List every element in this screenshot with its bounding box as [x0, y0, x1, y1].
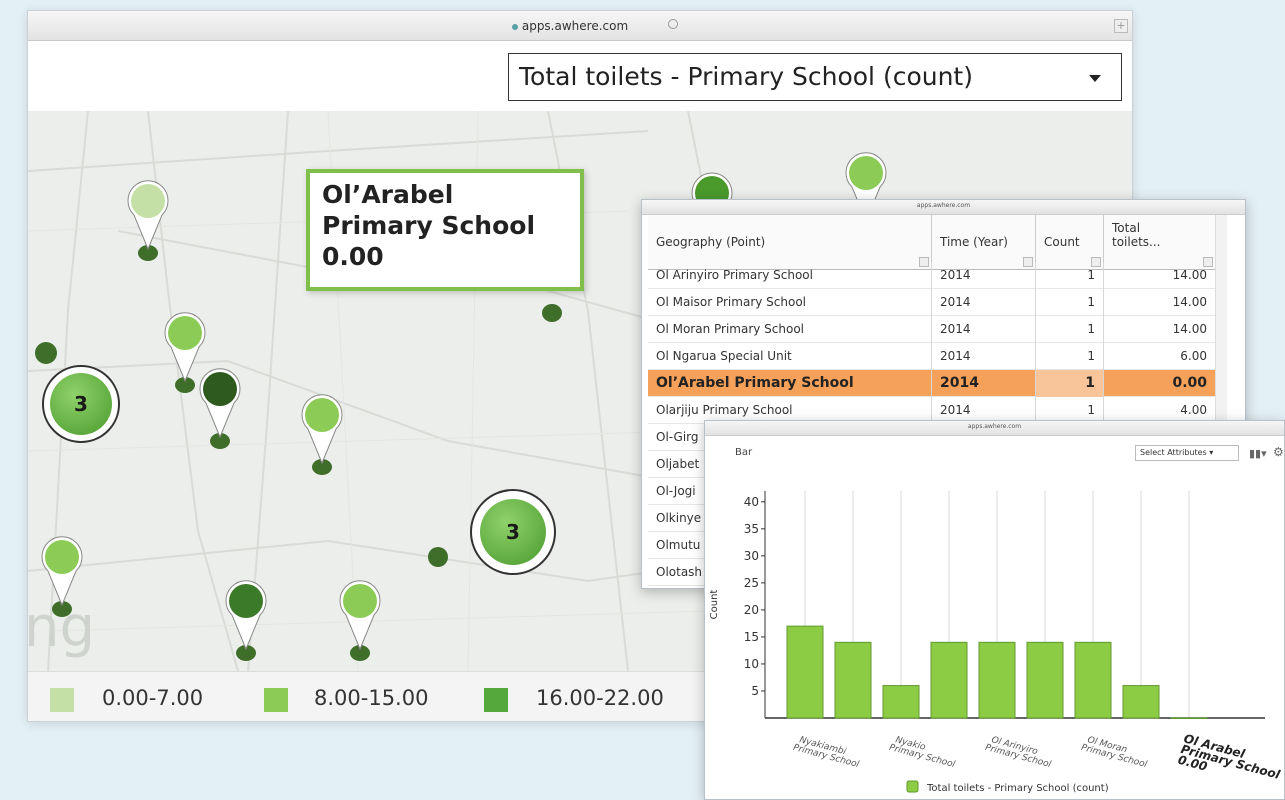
table-row[interactable]: Ol Ngarua Special Unit 2014 1 6.00	[648, 343, 1216, 370]
table-cell-total: 0.00	[1104, 370, 1216, 397]
table-row[interactable]: Ol Arinyiro Primary School 2014 1 14.00	[648, 262, 1216, 289]
map-pin[interactable]	[124, 175, 184, 269]
secure-icon	[511, 23, 518, 30]
x-tick-label: Ol MoranPrimary School	[1080, 734, 1151, 770]
chart-window: apps.awhere.com Bar Select Attributes ▾ …	[704, 420, 1285, 800]
table-cell-year: 2014	[932, 343, 1036, 370]
map-pin[interactable]	[298, 389, 358, 483]
y-tick-label: 5	[751, 684, 759, 698]
callout-value: 0.00	[322, 242, 384, 271]
y-tick-label: 25	[744, 576, 759, 590]
x-tick-label: Ol ArabelPrimary School0.00	[1177, 731, 1285, 792]
y-axis-label: Count	[709, 590, 720, 620]
cluster-count: 3	[480, 499, 546, 565]
map-pin[interactable]	[424, 543, 454, 577]
table-row[interactable]: Ol Maisor Primary School 2014 1 14.00	[648, 289, 1216, 316]
legend-label: 16.00-22.00	[536, 686, 664, 710]
legend-swatch	[484, 688, 508, 712]
table-cell-geo: Ol Arinyiro Primary School	[648, 262, 932, 289]
table-cell-geo: Ol’Arabel Primary School	[648, 370, 932, 397]
table-cell-year: 2014	[932, 370, 1036, 397]
url-bar[interactable]: apps.awhere.com	[335, 16, 805, 36]
legend-swatch	[264, 688, 288, 712]
y-tick-label: 10	[744, 657, 759, 671]
legend-swatch	[50, 688, 74, 712]
legend-swatch	[906, 780, 919, 793]
selected-school-callout: Ol’Arabel Primary School 0.00	[306, 169, 584, 291]
callout-line: Primary School	[322, 211, 536, 240]
callout-line: Ol’Arabel	[322, 180, 454, 209]
attribute-select-value: Total toilets - Primary School (count)	[519, 62, 973, 91]
legend-label: Total toilets - Primary School (count)	[926, 783, 1109, 794]
attribute-select[interactable]: Total toilets - Primary School (count)	[508, 53, 1122, 101]
map-cluster[interactable]: 3	[470, 489, 556, 575]
table-cell-count: 1	[1036, 316, 1104, 343]
map-watermark: ng	[28, 595, 96, 660]
chart-bar	[978, 641, 1016, 719]
table-cell-year: 2014	[932, 316, 1036, 343]
map-pin[interactable]	[336, 575, 396, 669]
table-cell-geo: Ol Ngarua Special Unit	[648, 343, 932, 370]
new-tab-button[interactable]: +	[1114, 19, 1128, 33]
chart-bar	[1074, 641, 1112, 719]
reload-icon[interactable]	[668, 19, 678, 29]
url-text: apps.awhere.com	[521, 19, 629, 33]
chart-bar	[882, 685, 920, 719]
table-cell-geo: Ol Moran Primary School	[648, 316, 932, 343]
chevron-down-icon	[1089, 75, 1101, 82]
table-cell-count: 1	[1036, 289, 1104, 316]
x-tick-label: Ol ArinyiroPrimary School	[984, 734, 1055, 770]
table-cell-year: 2014	[932, 289, 1036, 316]
map-pin[interactable]	[32, 339, 62, 373]
table-cell-count: 1	[1036, 262, 1104, 289]
table-cell-total: 6.00	[1104, 343, 1216, 370]
chart-bar	[1122, 685, 1160, 719]
table-cell-year: 2014	[932, 262, 1036, 289]
y-tick-label: 20	[744, 603, 759, 617]
browser-titlebar: apps.awhere.com +	[28, 11, 1132, 41]
table-window-url: apps.awhere.com	[916, 202, 971, 209]
table-cell-count: 1	[1036, 370, 1104, 397]
table-cell-total: 14.00	[1104, 262, 1216, 289]
y-tick-label: 15	[744, 630, 759, 644]
y-tick-label: 30	[744, 549, 759, 563]
table-cell-total: 14.00	[1104, 316, 1216, 343]
table-cell-total: 14.00	[1104, 289, 1216, 316]
chart-bar	[930, 641, 968, 719]
map-cluster[interactable]: 3	[42, 365, 120, 443]
cluster-count: 3	[50, 373, 112, 435]
legend-label: 0.00-7.00	[102, 686, 204, 710]
table-row[interactable]: Ol’Arabel Primary School 2014 1 0.00	[648, 370, 1216, 397]
map-header: Total toilets - Primary School (count)	[28, 41, 1132, 111]
chart-bar	[1170, 717, 1208, 719]
x-tick-label: NyakiambiPrimary School	[792, 734, 863, 770]
map-pin[interactable]	[222, 575, 282, 669]
table-window-titlebar: apps.awhere.com	[642, 200, 1245, 215]
map-pin[interactable]	[196, 363, 256, 457]
bar-chart: 5 10 15 20 25 30 35 40 Count NyakiambiPrimary Sch…	[709, 491, 1285, 794]
y-tick-label: 40	[744, 495, 759, 509]
table-cell-geo: Ol Maisor Primary School	[648, 289, 932, 316]
y-tick-label: 35	[744, 522, 759, 536]
chart-bar	[786, 625, 824, 719]
legend-label: 8.00-15.00	[314, 686, 429, 710]
table-cell-count: 1	[1036, 343, 1104, 370]
chart-bar	[834, 641, 872, 719]
chart-bar	[1026, 641, 1064, 719]
table-row[interactable]: Ol Moran Primary School 2014 1 14.00	[648, 316, 1216, 343]
x-tick-label: NyakioPrimary School	[888, 734, 959, 770]
